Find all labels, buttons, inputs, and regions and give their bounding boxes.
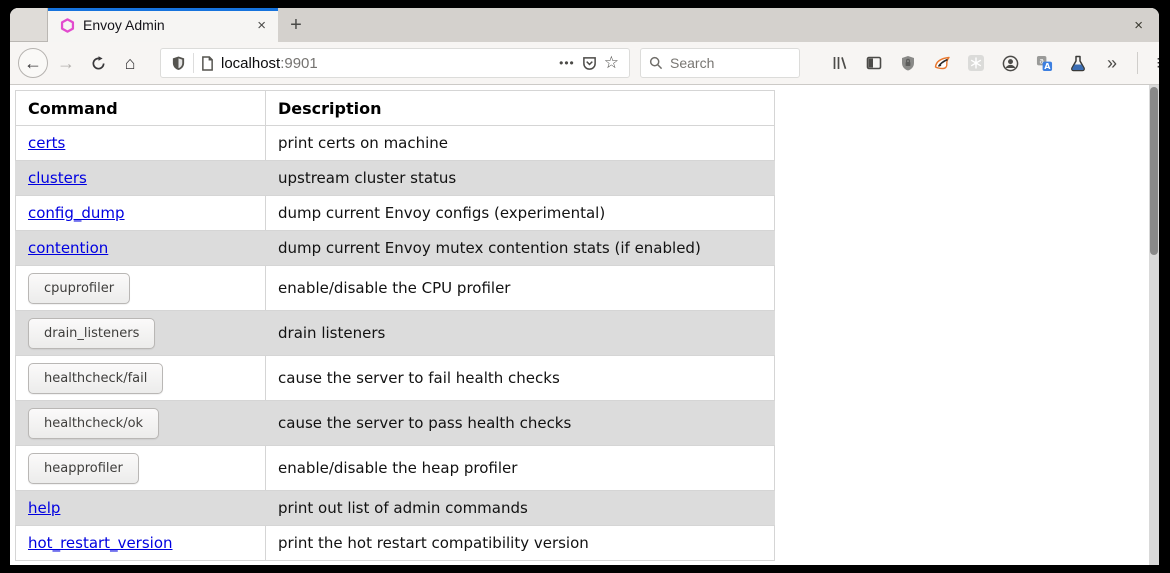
- envoy-admin-page: Command Description certs print certs on …: [10, 85, 1149, 565]
- tracking-protection-shield-icon[interactable]: [171, 55, 186, 71]
- active-tab-indicator: [48, 8, 278, 11]
- command-cell: cpuprofiler: [16, 266, 266, 311]
- description-column-header: Description: [266, 91, 775, 126]
- table-row: healthcheck/ok cause the server to pass h…: [16, 401, 775, 446]
- command-column-header: Command: [16, 91, 266, 126]
- page-content: Command Description certs print certs on …: [10, 85, 1159, 565]
- description-cell: cause the server to pass health checks: [266, 401, 775, 446]
- table-row: heapprofiler enable/disable the heap prof…: [16, 446, 775, 491]
- tab-title: Envoy Admin: [83, 17, 245, 33]
- command-cell: drain_listeners: [16, 311, 266, 356]
- url-port: :9901: [280, 55, 318, 72]
- command-button[interactable]: drain_listeners: [28, 318, 155, 349]
- new-tab-button[interactable]: +: [278, 8, 314, 42]
- navigation-toolbar: ← → ⌂ localhost:9901: [10, 42, 1159, 85]
- library-icon[interactable]: [826, 49, 854, 77]
- command-cell: heapprofiler: [16, 446, 266, 491]
- command-button[interactable]: healthcheck/fail: [28, 363, 163, 394]
- description-cell: dump current Envoy mutex contention stat…: [266, 231, 775, 266]
- scrollbar-thumb[interactable]: [1150, 87, 1158, 255]
- privacy-badger-extension-icon[interactable]: [928, 49, 956, 77]
- overflow-chevron-icon[interactable]: »: [1098, 49, 1126, 77]
- translate-extension-icon[interactable]: a A: [1030, 49, 1058, 77]
- command-cell: config_dump: [16, 196, 266, 231]
- sidebars-icon[interactable]: [860, 49, 888, 77]
- command-link[interactable]: contention: [28, 239, 108, 257]
- command-button[interactable]: healthcheck/ok: [28, 408, 159, 439]
- description-cell: upstream cluster status: [266, 161, 775, 196]
- search-bar[interactable]: Search: [640, 48, 800, 78]
- flask-extension-icon[interactable]: [1064, 49, 1092, 77]
- bookmark-star-icon[interactable]: ☆: [604, 53, 619, 73]
- command-link[interactable]: hot_restart_version: [28, 534, 173, 552]
- url-bar[interactable]: localhost:9901 ••• ☆: [160, 48, 630, 78]
- toolbar-separator: [1137, 52, 1138, 74]
- url-host: localhost: [221, 55, 280, 72]
- command-cell: clusters: [16, 161, 266, 196]
- table-header-row: Command Description: [16, 91, 775, 126]
- page-info-icon[interactable]: [201, 56, 214, 71]
- command-link[interactable]: clusters: [28, 169, 87, 187]
- browser-window: Envoy Admin × + × ← → ⌂: [10, 8, 1159, 565]
- page-actions-icon[interactable]: •••: [559, 56, 575, 70]
- description-cell: dump current Envoy configs (experimental…: [266, 196, 775, 231]
- command-button[interactable]: cpuprofiler: [28, 273, 130, 304]
- table-row: drain_listeners drain listeners: [16, 311, 775, 356]
- description-cell: drain listeners: [266, 311, 775, 356]
- command-cell: healthcheck/fail: [16, 356, 266, 401]
- account-icon[interactable]: [996, 49, 1024, 77]
- url-text[interactable]: localhost:9901: [221, 55, 552, 72]
- command-cell: certs: [16, 126, 266, 161]
- forward-button[interactable]: →: [50, 47, 82, 79]
- description-cell: enable/disable the heap profiler: [266, 446, 775, 491]
- svg-text:A: A: [1044, 61, 1051, 70]
- shield-lock-extension-icon[interactable]: [894, 49, 922, 77]
- table-row: hot_restart_version print the hot restart…: [16, 526, 775, 561]
- command-button[interactable]: heapprofiler: [28, 453, 139, 484]
- command-cell: healthcheck/ok: [16, 401, 266, 446]
- command-cell: contention: [16, 231, 266, 266]
- command-link[interactable]: help: [28, 499, 60, 517]
- description-cell: print certs on machine: [266, 126, 775, 161]
- titlebar[interactable]: Envoy Admin × + ×: [10, 8, 1159, 42]
- table-row: config_dump dump current Envoy configs (e…: [16, 196, 775, 231]
- urlbar-separator: [193, 53, 194, 73]
- search-icon: [649, 56, 663, 70]
- command-cell: help: [16, 491, 266, 526]
- window-close-button[interactable]: ×: [1134, 8, 1143, 42]
- vertical-scrollbar[interactable]: [1149, 85, 1159, 565]
- table-row: contention dump current Envoy mutex conte…: [16, 231, 775, 266]
- table-row: healthcheck/fail cause the server to fail…: [16, 356, 775, 401]
- command-link[interactable]: config_dump: [28, 204, 125, 222]
- toolbar-extensions: a A » ≡: [826, 49, 1159, 77]
- description-cell: cause the server to fail health checks: [266, 356, 775, 401]
- back-button[interactable]: ←: [18, 48, 48, 78]
- command-table: Command Description certs print certs on …: [15, 90, 775, 561]
- table-row: cpuprofiler enable/disable the CPU profil…: [16, 266, 775, 311]
- description-cell: print the hot restart compatibility vers…: [266, 526, 775, 561]
- search-placeholder[interactable]: Search: [670, 55, 714, 71]
- reload-button[interactable]: [82, 47, 114, 79]
- table-row: help print out list of admin commands: [16, 491, 775, 526]
- table-row: clusters upstream cluster status: [16, 161, 775, 196]
- menu-hamburger-icon[interactable]: ≡: [1149, 49, 1159, 77]
- home-button[interactable]: ⌂: [114, 47, 146, 79]
- command-table-body: certs print certs on machine clusters upstr…: [16, 126, 775, 561]
- table-row: certs print certs on machine: [16, 126, 775, 161]
- command-link[interactable]: certs: [28, 134, 65, 152]
- command-cell: hot_restart_version: [16, 526, 266, 561]
- tab-close-icon[interactable]: ×: [253, 17, 270, 34]
- description-cell: print out list of admin commands: [266, 491, 775, 526]
- pocket-icon[interactable]: [582, 56, 597, 71]
- envoy-favicon-icon: [60, 18, 75, 33]
- titlebar-spacer: [10, 8, 48, 42]
- snowflake-extension-icon[interactable]: [962, 49, 990, 77]
- tab-envoy-admin[interactable]: Envoy Admin ×: [48, 8, 278, 42]
- description-cell: enable/disable the CPU profiler: [266, 266, 775, 311]
